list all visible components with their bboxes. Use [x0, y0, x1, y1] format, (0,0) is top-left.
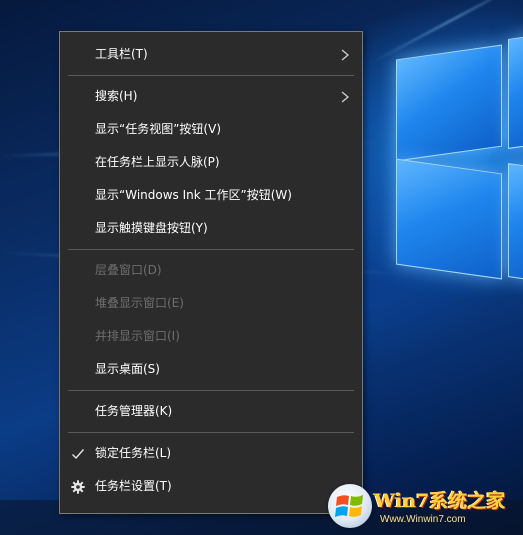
menu-item-label: 层叠窗口(D) [95, 263, 162, 277]
logo-pane [396, 158, 502, 280]
gear-icon [71, 480, 85, 494]
menu-item-label: 在任务栏上显示人脉(P) [95, 155, 220, 169]
menu-item-label: 堆叠显示窗口(E) [95, 296, 184, 310]
menu-item-show-task-view-button[interactable]: 显示“任务视图”按钮(V) [60, 113, 362, 146]
menu-item-show-touch-keyboard-button[interactable]: 显示触摸键盘按钮(Y) [60, 212, 362, 245]
site-watermark: Win7系统之家 Www.Winwin7.com [328, 482, 523, 532]
menu-separator [68, 390, 354, 391]
menu-item-task-manager[interactable]: 任务管理器(K) [60, 395, 362, 428]
menu-item-label: 工具栏(T) [95, 47, 148, 61]
checkmark-icon [72, 449, 85, 460]
menu-item-cascade-windows: 层叠窗口(D) [60, 254, 362, 287]
menu-item-search[interactable]: 搜索(H) [60, 80, 362, 113]
menu-item-stack-windows: 堆叠显示窗口(E) [60, 287, 362, 320]
menu-item-label: 并排显示窗口(I) [95, 329, 180, 343]
menu-item-label: 搜索(H) [95, 89, 138, 103]
menu-item-label: 显示触摸键盘按钮(Y) [95, 221, 208, 235]
menu-item-show-windows-ink-button[interactable]: 显示“Windows Ink 工作区”按钮(W) [60, 179, 362, 212]
menu-item-show-people[interactable]: 在任务栏上显示人脉(P) [60, 146, 362, 179]
menu-item-label: 任务管理器(K) [95, 404, 173, 418]
menu-item-side-by-side-windows: 并排显示窗口(I) [60, 320, 362, 353]
watermark-url: Www.Winwin7.com [380, 514, 466, 525]
logo-pane [396, 44, 502, 162]
watermark-brand: Win7系统之家 [374, 490, 506, 512]
menu-separator [68, 249, 354, 250]
logo-pane [508, 163, 523, 283]
chevron-right-icon [341, 91, 350, 103]
windows-logo-wallpaper [378, 30, 523, 290]
windows-flag-logo [328, 484, 372, 528]
menu-item-label: 显示桌面(S) [95, 362, 160, 376]
menu-item-label: 锁定任务栏(L) [95, 446, 172, 460]
menu-item-taskbar-settings[interactable]: 任务栏设置(T) [60, 470, 362, 503]
menu-separator [68, 432, 354, 433]
menu-item-lock-taskbar[interactable]: 锁定任务栏(L) [60, 437, 362, 470]
windows-flag-icon [335, 495, 363, 517]
menu-item-toolbars[interactable]: 工具栏(T) [60, 38, 362, 71]
chevron-right-icon [341, 49, 350, 61]
menu-separator [68, 75, 354, 76]
menu-item-label: 任务栏设置(T) [95, 479, 172, 493]
menu-item-label: 显示“任务视图”按钮(V) [95, 122, 222, 136]
menu-item-show-desktop[interactable]: 显示桌面(S) [60, 353, 362, 386]
taskbar-context-menu: 工具栏(T) 搜索(H) 显示“任务视图”按钮(V) 在任务栏上显示人脉(P) … [59, 31, 363, 514]
menu-item-label: 显示“Windows Ink 工作区”按钮(W) [95, 188, 292, 202]
logo-pane [508, 33, 523, 149]
